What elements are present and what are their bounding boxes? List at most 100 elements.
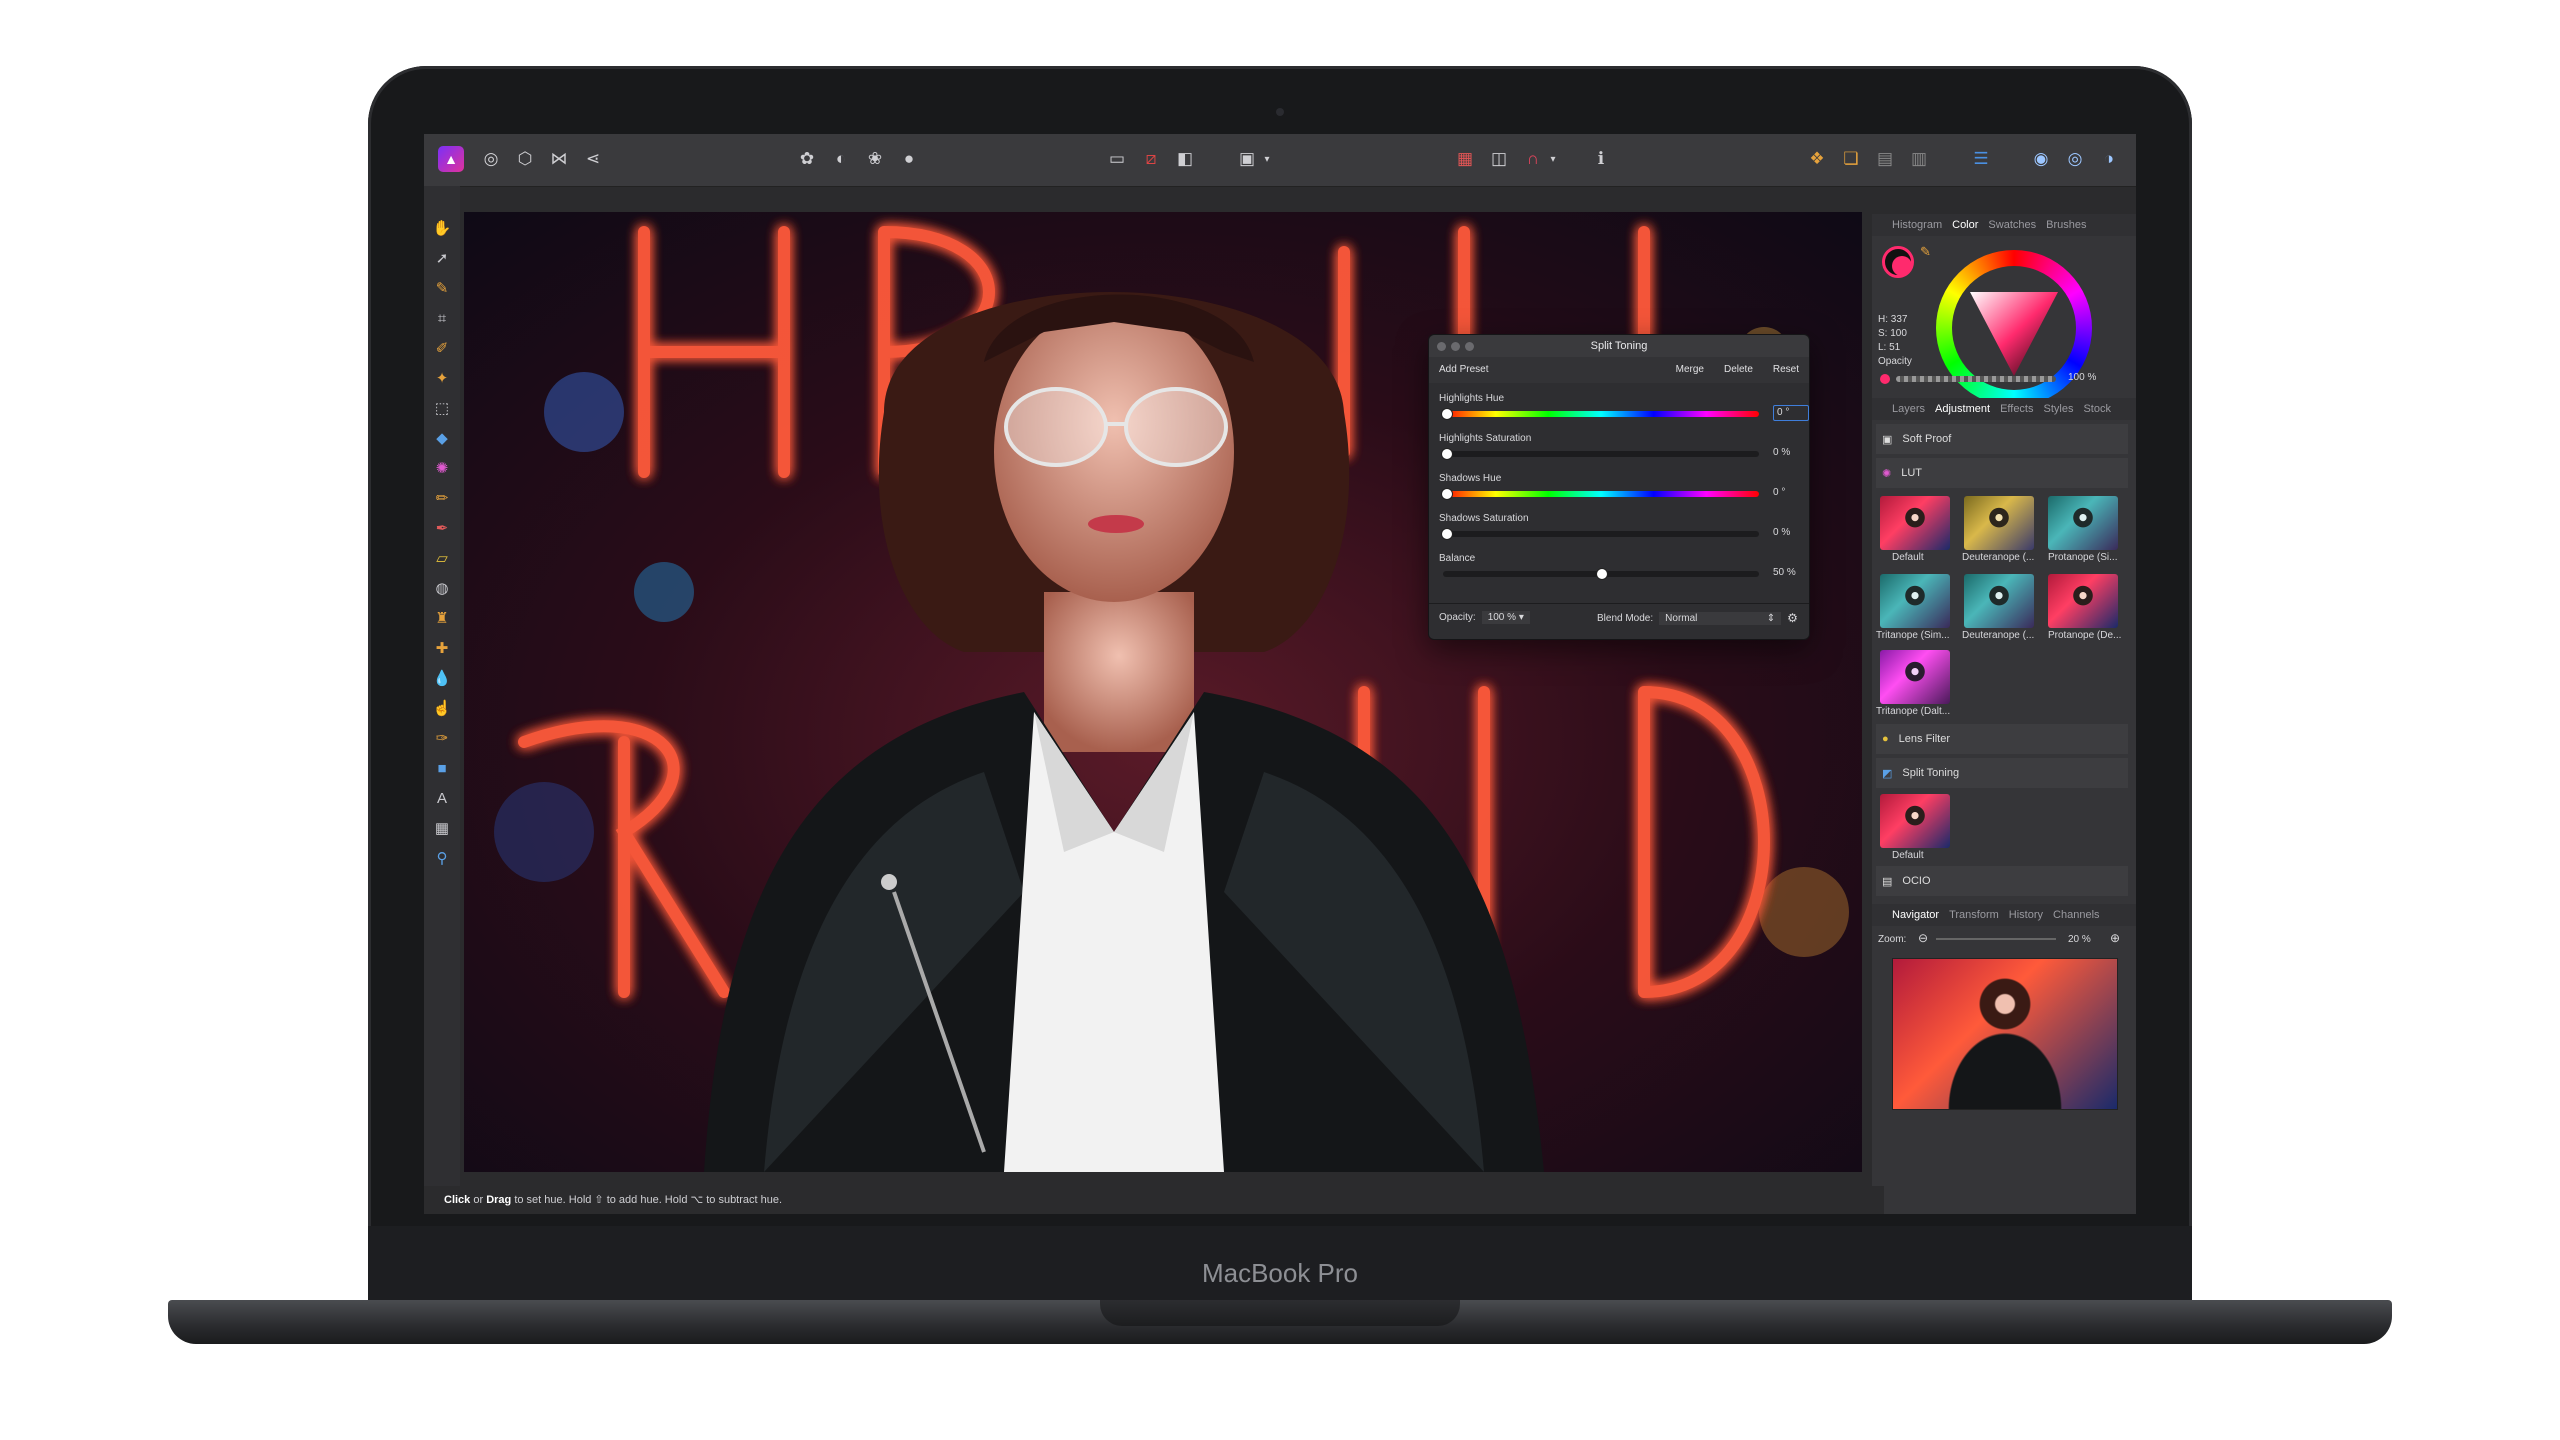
zoom-value[interactable]: 20 % (2068, 934, 2091, 945)
invert-selection-icon[interactable]: ◧ (1172, 146, 1198, 172)
auto-levels-icon[interactable]: ✿ (794, 146, 820, 172)
opacity-dropdown[interactable]: 100 % ▾ (1481, 611, 1530, 624)
highlights-hue-slider[interactable] (1441, 408, 1759, 420)
photo-persona-icon[interactable]: ◎ (478, 146, 504, 172)
arrange-forward-icon[interactable]: ❖ (1804, 146, 1830, 172)
tab-stock[interactable]: Stock (2083, 398, 2111, 420)
dodge-icon[interactable]: ◍ (430, 576, 454, 600)
chevron-down-icon[interactable]: ▾ (1260, 146, 1274, 172)
dialog-title-bar[interactable]: Split Toning (1429, 335, 1809, 357)
auto-colors-icon[interactable]: ❀ (862, 146, 888, 172)
zoom-window-icon[interactable] (1465, 342, 1474, 351)
shadows-saturation-value[interactable]: 0 % (1773, 527, 1809, 538)
slider-knob[interactable] (1441, 488, 1453, 500)
zoom-in-icon[interactable]: ⊕ (2110, 931, 2120, 945)
shadows-hue-value[interactable]: 0 ° (1773, 487, 1809, 498)
auto-white-balance-icon[interactable]: ● (896, 146, 922, 172)
close-icon[interactable] (1437, 342, 1446, 351)
color-picker-icon[interactable]: ✎ (430, 276, 454, 300)
preset-thumb-protanope[interactable] (2048, 496, 2118, 550)
tab-styles[interactable]: Styles (2044, 398, 2074, 420)
highlights-hue-value[interactable]: 0 ° (1773, 405, 1809, 421)
list-item-lut[interactable]: ✺ LUT (1876, 458, 2128, 488)
assistant-icon[interactable]: ▦ (1452, 146, 1478, 172)
preset-thumb-tritanope[interactable] (1880, 574, 1950, 628)
shadows-saturation-slider[interactable] (1441, 528, 1759, 540)
slider-knob[interactable] (1596, 568, 1608, 580)
highlights-saturation-value[interactable]: 0 % (1773, 447, 1809, 458)
brush-icon[interactable]: ✏ (430, 486, 454, 510)
flood-select-icon[interactable]: ✦ (430, 366, 454, 390)
highlights-saturation-slider[interactable] (1441, 448, 1759, 460)
fill-icon[interactable]: ◆ (430, 426, 454, 450)
tab-history[interactable]: History (2009, 904, 2043, 926)
color-triangle[interactable] (1958, 272, 2070, 384)
balance-slider[interactable] (1443, 568, 1759, 580)
reset-button[interactable]: Reset (1763, 361, 1809, 379)
pen-icon[interactable]: ✑ (430, 726, 454, 750)
develop-persona-icon[interactable]: ⋈ (546, 146, 572, 172)
preset-thumb-deuteranope[interactable] (1964, 496, 2034, 550)
tab-brushes[interactable]: Brushes (2046, 214, 2086, 236)
marquee-icon[interactable]: ⬚ (430, 396, 454, 420)
shadows-hue-slider[interactable] (1441, 488, 1759, 500)
tab-adjustment[interactable]: Adjustment (1935, 398, 1990, 420)
preset-thumb-split-default[interactable] (1880, 794, 1950, 848)
zoom-out-icon[interactable]: ⊖ (1918, 931, 1928, 945)
selection-brush-icon[interactable]: ✐ (430, 336, 454, 360)
hand-icon[interactable]: ✋ (430, 216, 454, 240)
eyedropper-icon[interactable]: ✎ (1920, 244, 1931, 260)
list-item-lens-filter[interactable]: ● Lens Filter (1876, 724, 2128, 754)
mirror-view-icon[interactable]: ◑ (2096, 146, 2122, 172)
info-icon[interactable]: ℹ (1588, 146, 1614, 172)
selection-rect-icon[interactable]: ▭ (1104, 146, 1130, 172)
zoom-slider[interactable] (1936, 938, 2056, 940)
slider-knob[interactable] (1441, 448, 1453, 460)
tab-histogram[interactable]: Histogram (1892, 214, 1942, 236)
auto-contrast-icon[interactable]: ◐ (828, 146, 854, 172)
zoom-icon[interactable]: ⚲ (430, 846, 454, 870)
gear-icon[interactable]: ⚙ (1787, 611, 1798, 625)
pixel-brush-icon[interactable]: ✒ (430, 516, 454, 540)
erase-icon[interactable]: ▱ (430, 546, 454, 570)
mesh-warp-icon[interactable]: ▦ (430, 816, 454, 840)
shape-icon[interactable]: ■ (430, 756, 454, 780)
window-controls[interactable] (1437, 342, 1474, 351)
slider-knob[interactable] (1441, 528, 1453, 540)
fill-swatch[interactable] (1892, 256, 1912, 276)
split-view-icon[interactable]: ◎ (2062, 146, 2088, 172)
deselect-icon[interactable]: ⧄ (1138, 146, 1164, 172)
blur-icon[interactable]: 💧 (430, 666, 454, 690)
slider-knob[interactable] (1441, 408, 1453, 420)
color-wheel-icon[interactable]: ✺ (430, 456, 454, 480)
smudge-icon[interactable]: ☝ (430, 696, 454, 720)
ungroup-icon[interactable]: ▥ (1906, 146, 1932, 172)
add-preset-button[interactable]: Add Preset (1429, 361, 1498, 379)
tab-color[interactable]: Color (1952, 214, 1978, 236)
tab-navigator[interactable]: Navigator (1892, 904, 1939, 926)
studio-view-icon[interactable]: ◉ (2028, 146, 2054, 172)
minimize-icon[interactable] (1451, 342, 1460, 351)
group-icon[interactable]: ▤ (1872, 146, 1898, 172)
preset-thumb-tritanope-2[interactable] (1880, 650, 1950, 704)
tab-swatches[interactable]: Swatches (1988, 214, 2036, 236)
highlights-hue-field[interactable]: 0 ° (1773, 405, 1809, 421)
crop-icon[interactable]: ⌗ (430, 306, 454, 330)
blend-mode-dropdown[interactable]: Normal ⇕ (1659, 611, 1782, 625)
text-icon[interactable]: A (430, 786, 454, 810)
chevron-down-icon[interactable]: ▾ (1546, 146, 1560, 172)
list-item-ocio[interactable]: ▤ OCIO (1876, 866, 2128, 896)
list-item-split-toning[interactable]: ◩ Split Toning (1876, 758, 2128, 788)
export-persona-icon[interactable]: ⋖ (580, 146, 606, 172)
list-item-soft-proof[interactable]: ▣ Soft Proof (1876, 424, 2128, 454)
arrange-back-icon[interactable]: ❏ (1838, 146, 1864, 172)
align-icon[interactable]: ☰ (1968, 146, 1994, 172)
tab-layers[interactable]: Layers (1892, 398, 1925, 420)
liquify-persona-icon[interactable]: ⬡ (512, 146, 538, 172)
merge-button[interactable]: Merge (1666, 361, 1714, 379)
opacity-panel-value[interactable]: 100 % (2068, 372, 2096, 383)
app-logo-icon[interactable]: ▲ (438, 146, 464, 172)
clone-icon[interactable]: ♜ (430, 606, 454, 630)
balance-value[interactable]: 50 % (1773, 567, 1809, 578)
preset-thumb-deuteranope-2[interactable] (1964, 574, 2034, 628)
